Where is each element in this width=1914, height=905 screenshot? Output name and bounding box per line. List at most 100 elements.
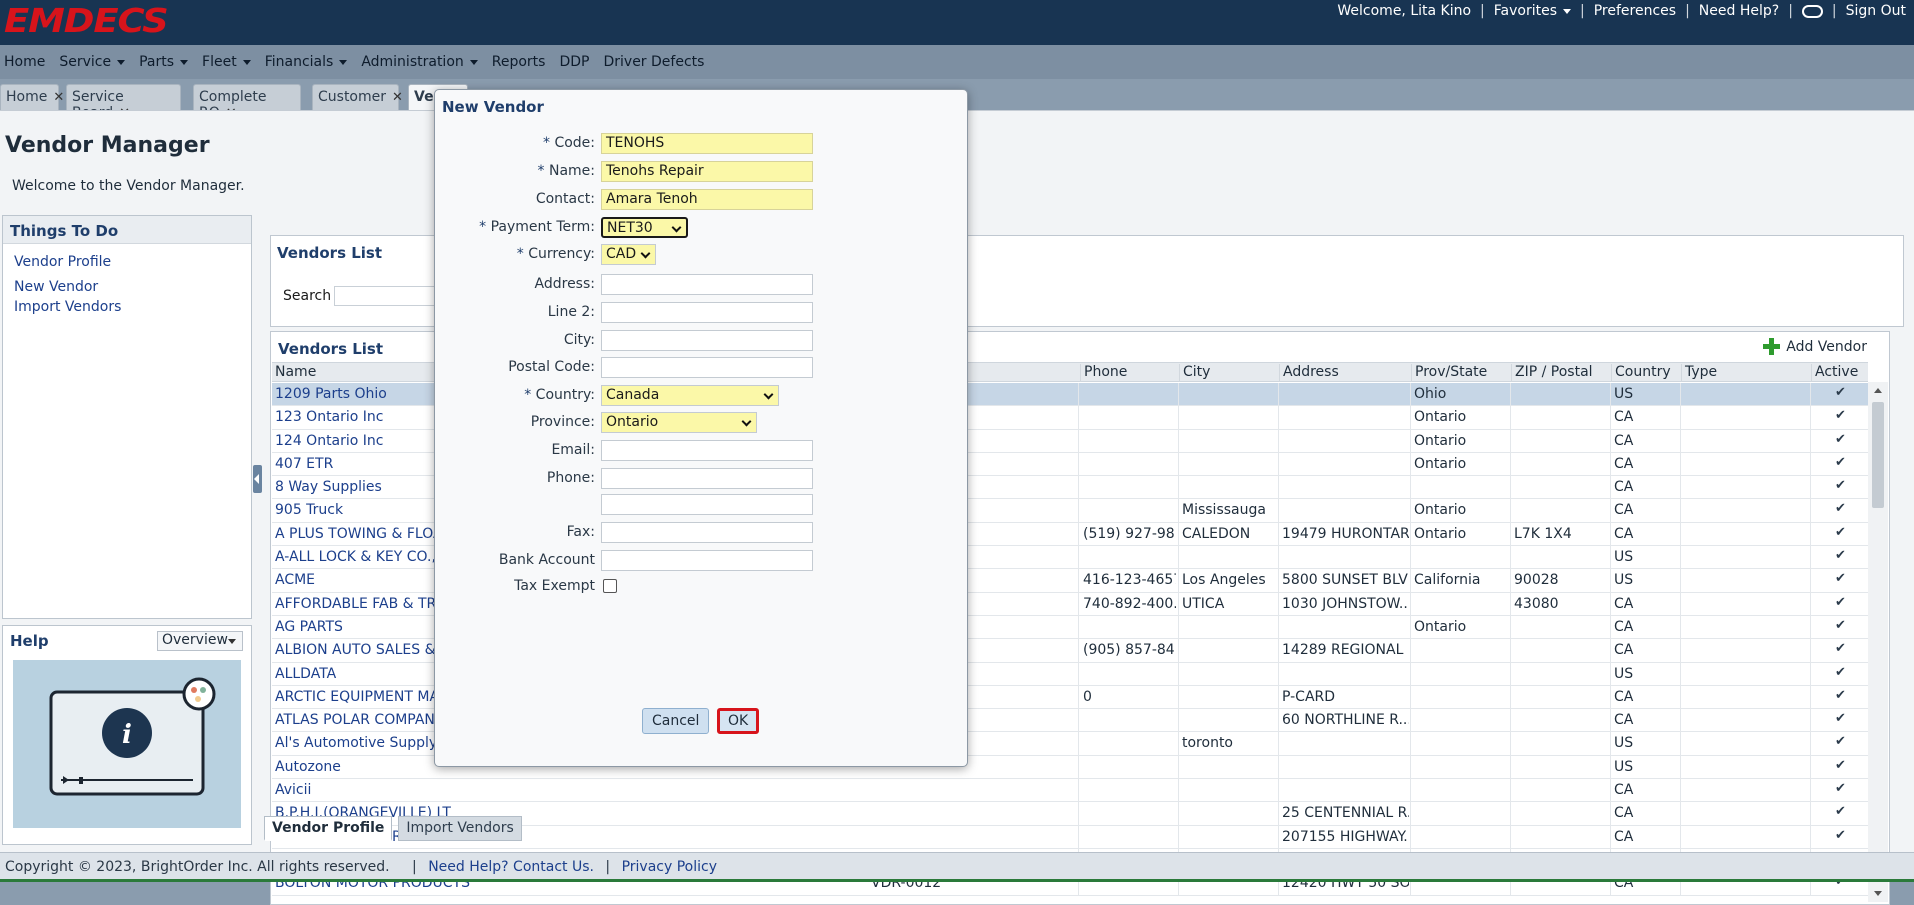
menu-home[interactable]: Home xyxy=(4,54,45,70)
menu-ddp[interactable]: DDP xyxy=(559,54,589,70)
ok-button[interactable]: OK xyxy=(717,708,760,734)
chat-icon[interactable] xyxy=(1801,4,1823,18)
column-divider xyxy=(1078,779,1079,802)
fax-input[interactable] xyxy=(601,522,813,543)
province-select[interactable]: Ontario xyxy=(601,412,757,433)
col-phone[interactable]: Phone xyxy=(1080,364,1127,382)
required-marker: * xyxy=(479,219,487,235)
cell-country: CA xyxy=(1614,595,1634,612)
column-divider xyxy=(1680,569,1681,592)
help-topic-select[interactable]: Overview xyxy=(157,631,243,651)
sign-out-link[interactable]: Sign Out xyxy=(1846,3,1906,19)
contact-label: Contact: xyxy=(535,191,595,207)
line2-row: Line 2: xyxy=(435,302,969,324)
phone2-input[interactable] xyxy=(601,494,813,515)
code-input[interactable]: TENOHS xyxy=(601,133,813,154)
phone-input[interactable] xyxy=(601,468,813,489)
app-logo[interactable]: EMDECS xyxy=(4,1,169,40)
city-input[interactable] xyxy=(601,330,813,351)
column-divider xyxy=(1410,406,1411,429)
tab-home[interactable]: Home ✕ xyxy=(0,84,64,110)
column-divider xyxy=(1410,685,1411,709)
checkmark-icon: ✔ xyxy=(1835,524,1846,540)
preferences-link[interactable]: Preferences xyxy=(1594,3,1676,19)
need-help-link[interactable]: Need Help? xyxy=(1699,3,1779,19)
column-divider xyxy=(1178,476,1179,499)
chevron-down-icon xyxy=(228,639,236,644)
payment-term-select[interactable]: NET30 xyxy=(601,217,688,238)
menu-reports[interactable]: Reports xyxy=(492,54,546,70)
menu-financials[interactable]: Financials xyxy=(265,54,348,70)
column-divider xyxy=(1680,709,1681,732)
favorites-menu[interactable]: Favorites xyxy=(1494,3,1572,19)
cell-prov: Ohio xyxy=(1414,386,1447,402)
add-vendor-button[interactable]: Add Vendor xyxy=(1763,338,1867,355)
column-divider xyxy=(1278,546,1279,569)
privacy-link[interactable]: Privacy Policy xyxy=(622,859,717,875)
tab-service-board[interactable]: Service Board✕ xyxy=(66,84,181,121)
tab-vendor-profile[interactable]: Vendor Profile xyxy=(264,816,393,841)
col-country[interactable]: Country xyxy=(1611,364,1671,382)
tab-customer[interactable]: Customer ✕ xyxy=(312,84,403,110)
column-divider xyxy=(1178,499,1179,522)
checkmark-icon: ✔ xyxy=(1835,804,1846,820)
address-input[interactable] xyxy=(601,274,813,295)
cell-address: P-CARD xyxy=(1282,688,1336,705)
scroll-thumb[interactable] xyxy=(1872,402,1884,508)
import-vendors-link[interactable]: Import Vendors xyxy=(14,299,251,315)
col-address[interactable]: Address xyxy=(1279,364,1339,382)
email-input[interactable] xyxy=(601,440,813,461)
bank-account-input[interactable] xyxy=(601,550,813,571)
close-icon[interactable]: ✕ xyxy=(392,90,403,105)
vendor-profile-link[interactable]: Vendor Profile xyxy=(14,254,251,270)
scroll-up-icon[interactable] xyxy=(1874,388,1882,393)
cancel-button[interactable]: Cancel xyxy=(642,708,710,734)
checkmark-icon: ✔ xyxy=(1835,501,1846,517)
currency-select[interactable]: CAD xyxy=(601,244,656,265)
contact-input[interactable]: Amara Tenoh xyxy=(601,189,813,210)
column-divider xyxy=(1410,429,1411,452)
contact-link[interactable]: Need Help? Contact Us. xyxy=(428,859,594,875)
column-divider xyxy=(1680,732,1681,755)
tab-complete-ro[interactable]: Complete RO✕ xyxy=(193,84,301,121)
column-divider xyxy=(1680,755,1681,779)
menu-parts[interactable]: Parts xyxy=(139,54,189,70)
cell-country: US xyxy=(1614,549,1634,566)
column-divider xyxy=(1810,709,1811,732)
help-video-thumbnail[interactable]: i xyxy=(13,660,241,828)
column-divider xyxy=(1178,685,1179,709)
tax-exempt-checkbox[interactable] xyxy=(603,579,617,593)
postal-code-input[interactable] xyxy=(601,357,813,378)
tab-import-vendors[interactable]: Import Vendors xyxy=(398,816,522,841)
table-row[interactable]: Avicii CA ✔ xyxy=(272,779,1868,803)
menu-administration[interactable]: Administration xyxy=(361,54,478,70)
col-type[interactable]: Type xyxy=(1681,364,1717,382)
close-icon[interactable]: ✕ xyxy=(53,90,64,105)
col-active[interactable]: Active xyxy=(1811,364,1858,382)
cell-address: 19479 HURONTAR... xyxy=(1282,525,1409,542)
line2-input[interactable] xyxy=(601,302,813,323)
menu-driver-defects[interactable]: Driver Defects xyxy=(603,54,704,70)
col-zip[interactable]: ZIP / Postal xyxy=(1511,364,1593,382)
col-name[interactable]: Name xyxy=(272,364,316,382)
required-marker: * xyxy=(537,163,545,179)
col-city[interactable]: City xyxy=(1179,364,1210,382)
scroll-down-icon[interactable] xyxy=(1874,891,1882,896)
col-prov-state[interactable]: Prov/State xyxy=(1411,364,1487,382)
plus-icon xyxy=(1763,338,1781,355)
column-divider xyxy=(1278,383,1279,406)
collapse-panel-handle[interactable] xyxy=(253,465,262,493)
column-divider xyxy=(1178,569,1179,592)
new-vendor-link[interactable]: New Vendor xyxy=(14,279,251,295)
menu-fleet[interactable]: Fleet xyxy=(202,54,251,70)
chevron-down-icon xyxy=(180,59,189,65)
menu-service[interactable]: Service xyxy=(59,54,126,70)
things-to-do-title: Things To Do xyxy=(3,216,251,244)
column-divider xyxy=(1410,499,1411,522)
column-divider xyxy=(1410,522,1411,546)
name-input[interactable]: Tenohs Repair xyxy=(601,161,813,182)
column-divider xyxy=(1278,732,1279,755)
column-divider xyxy=(1278,662,1279,685)
country-select[interactable]: Canada xyxy=(601,385,779,406)
grid-scrollbar[interactable] xyxy=(1868,382,1888,902)
